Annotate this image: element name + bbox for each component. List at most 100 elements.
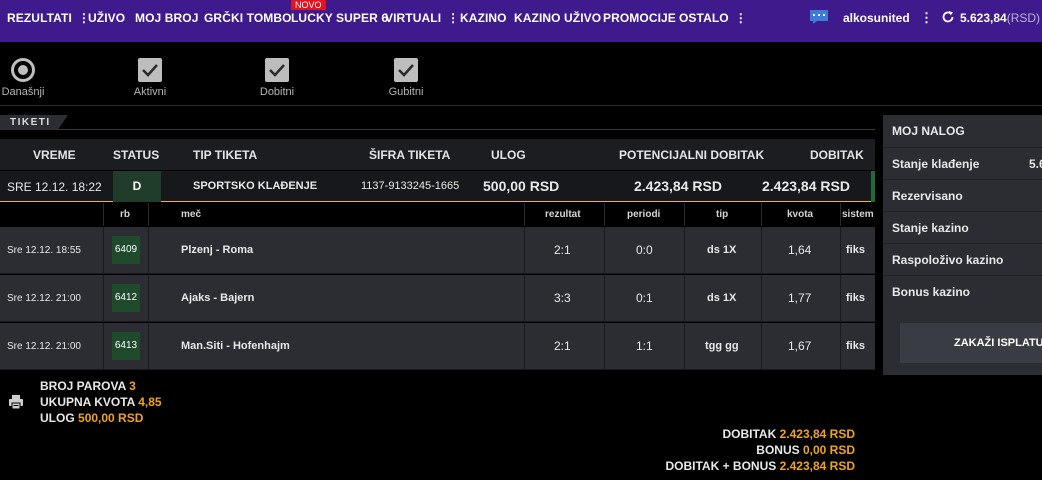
filter-winning[interactable]: Dobitni xyxy=(254,58,300,98)
filter-losing[interactable]: Gubitni xyxy=(383,58,429,98)
col-periodi: periodi xyxy=(627,209,661,220)
account-betting-balance-value: 5.6 xyxy=(1029,157,1042,171)
match-tip: ds 1X xyxy=(707,292,737,304)
chat-icon[interactable] xyxy=(809,9,829,25)
match-periods: 0:1 xyxy=(636,291,653,305)
summary-stake-value: 500,00 RSD xyxy=(78,411,144,425)
checkbox-checked-icon[interactable] xyxy=(265,58,289,82)
col-tip: tip xyxy=(716,209,729,220)
tab-tiketi[interactable]: TIKETI xyxy=(0,115,68,130)
radio-selected-icon[interactable] xyxy=(11,58,35,82)
summary-pairs-value: 3 xyxy=(129,379,136,393)
col-kvota: kvota xyxy=(787,209,814,220)
match-name: Plzenj - Roma xyxy=(181,244,254,256)
divider xyxy=(684,275,685,322)
nav-item-rezultati[interactable]: REZULTATI ⋮ xyxy=(7,11,90,25)
match-system: fiks xyxy=(846,340,865,352)
ticket-win: 2.423,84 RSD xyxy=(762,178,850,194)
match-periods: 0:0 xyxy=(636,243,653,257)
divider xyxy=(103,275,104,322)
filter-winning-label: Dobitni xyxy=(259,86,295,98)
nav-virtuali-more-icon[interactable]: ⋮ xyxy=(447,11,459,25)
nav-item-lucky-super-6[interactable]: LUCKY SUPER 6 xyxy=(291,11,388,25)
col-status: STATUS xyxy=(113,148,160,162)
match-table-header: rb meč rezultat periodi tip kvota sistem xyxy=(0,203,875,226)
tab-strip: TIKETI xyxy=(0,115,875,130)
status-badge: D xyxy=(113,171,161,202)
divider xyxy=(761,203,762,226)
match-rb: 6412 xyxy=(112,284,140,312)
checkbox-checked-icon[interactable] xyxy=(394,58,418,82)
match-odds: 1,67 xyxy=(788,339,812,353)
divider xyxy=(761,227,762,274)
ticket-table-header: VREME STATUS TIP TIKETA ŠIFRA TIKETA ULO… xyxy=(0,139,875,170)
summary-win-plus-bonus-value: 2.423,84 RSD xyxy=(779,459,855,473)
col-sistem: sistem xyxy=(842,209,874,220)
divider xyxy=(840,203,841,226)
match-result: 2:1 xyxy=(554,243,571,257)
user-menu-icon[interactable]: ⋮ xyxy=(920,10,933,26)
top-nav: REZULTATI ⋮ UŽIVO MOJ BROJ GRČKI TOMBO NO… xyxy=(0,0,1042,42)
nav-item-kazino-uzivo[interactable]: KAZINO UŽIVO xyxy=(514,11,601,25)
username[interactable]: alkosunited xyxy=(843,11,910,25)
match-row[interactable]: Sre 12.12. 18:55 6409 Plzenj - Roma 2:1 … xyxy=(0,227,875,274)
divider xyxy=(761,323,762,370)
divider xyxy=(684,227,685,274)
divider xyxy=(103,227,104,274)
match-tip: ds 1X xyxy=(707,244,737,256)
ticket-time: SRE 12.12. 18:22 xyxy=(7,180,102,194)
nav-item-kazino[interactable]: KAZINO xyxy=(460,11,507,25)
nav-item-uzivo[interactable]: UŽIVO xyxy=(88,11,125,25)
match-system: fiks xyxy=(846,244,865,256)
ticket-potential-win: 2.423,84 RSD xyxy=(634,178,722,194)
divider xyxy=(148,323,149,370)
summary-pairs: BROJ PAROVA 3 xyxy=(40,379,136,393)
match-name: Man.Siti - Hofenhajm xyxy=(181,340,290,352)
nav-item-ostalo[interactable]: OSTALO ⋮ xyxy=(679,11,747,25)
col-sifra-tiketa: ŠIFRA TIKETA xyxy=(369,148,451,162)
col-mec: meč xyxy=(181,209,202,220)
col-dobitak: DOBITAK xyxy=(810,148,864,162)
ticket-status-edge xyxy=(871,171,875,202)
checkbox-checked-icon[interactable] xyxy=(138,58,162,82)
col-ulog: ULOG xyxy=(491,148,526,162)
filter-active-label: Aktivni xyxy=(133,86,167,98)
filter-losing-label: Gubitni xyxy=(388,86,424,98)
account-panel-title: MOJ NALOG xyxy=(892,124,965,138)
summary-win-plus-bonus: DOBITAK + BONUS 2.423,84 RSD xyxy=(665,459,855,473)
filter-today-label: Današnji xyxy=(1,86,45,98)
balance-currency: (RSD) xyxy=(1006,11,1041,25)
filter-today[interactable]: Današnji xyxy=(0,58,46,98)
col-vreme: VREME xyxy=(33,148,76,162)
match-row[interactable]: Sre 12.12. 21:00 6413 Man.Siti - Hofenha… xyxy=(0,323,875,370)
ticket-row[interactable]: SRE 12.12. 18:22 D SPORTSKO KLAĐENJE 113… xyxy=(0,171,875,202)
divider xyxy=(840,227,841,274)
ticket-stake: 500,00 RSD xyxy=(483,178,560,194)
divider xyxy=(604,227,605,274)
nav-item-promocije[interactable]: PROMOCIJE xyxy=(603,11,676,25)
match-odds: 1,77 xyxy=(788,291,812,305)
divider xyxy=(103,203,104,226)
nav-item-virtuali[interactable]: VIRTUALI ⋮ xyxy=(385,11,459,25)
filter-active[interactable]: Aktivni xyxy=(127,58,173,98)
match-rb: 6413 xyxy=(112,332,140,360)
divider xyxy=(148,275,149,322)
match-odds: 1,64 xyxy=(788,243,812,257)
divider xyxy=(103,323,104,370)
nav-ostalo-more-icon[interactable]: ⋮ xyxy=(735,11,747,25)
refresh-icon[interactable] xyxy=(941,10,955,24)
divider xyxy=(840,323,841,370)
schedule-payout-button[interactable]: ZAKAŽI ISPLATU xyxy=(900,323,1042,363)
match-result: 3:3 xyxy=(554,291,571,305)
account-panel: MOJ NALOG Stanje klađenje 5.6 Rezervisan… xyxy=(883,115,1042,375)
divider xyxy=(604,323,605,370)
nav-item-grcki-tombo[interactable]: GRČKI TOMBO xyxy=(204,11,292,25)
account-row-casino-balance: Stanje kazino xyxy=(883,211,1042,243)
divider xyxy=(524,275,525,322)
match-time: Sre 12.12. 21:00 xyxy=(7,293,81,304)
match-row[interactable]: Sre 12.12. 21:00 6412 Ajaks - Bajern 3:3… xyxy=(0,275,875,322)
summary-total-odds: UKUPNA KVOTA 4,85 xyxy=(40,395,162,409)
printer-icon[interactable] xyxy=(8,394,24,410)
nav-item-moj-broj[interactable]: MOJ BROJ xyxy=(135,11,198,25)
summary-total-odds-value: 4,85 xyxy=(138,395,162,409)
